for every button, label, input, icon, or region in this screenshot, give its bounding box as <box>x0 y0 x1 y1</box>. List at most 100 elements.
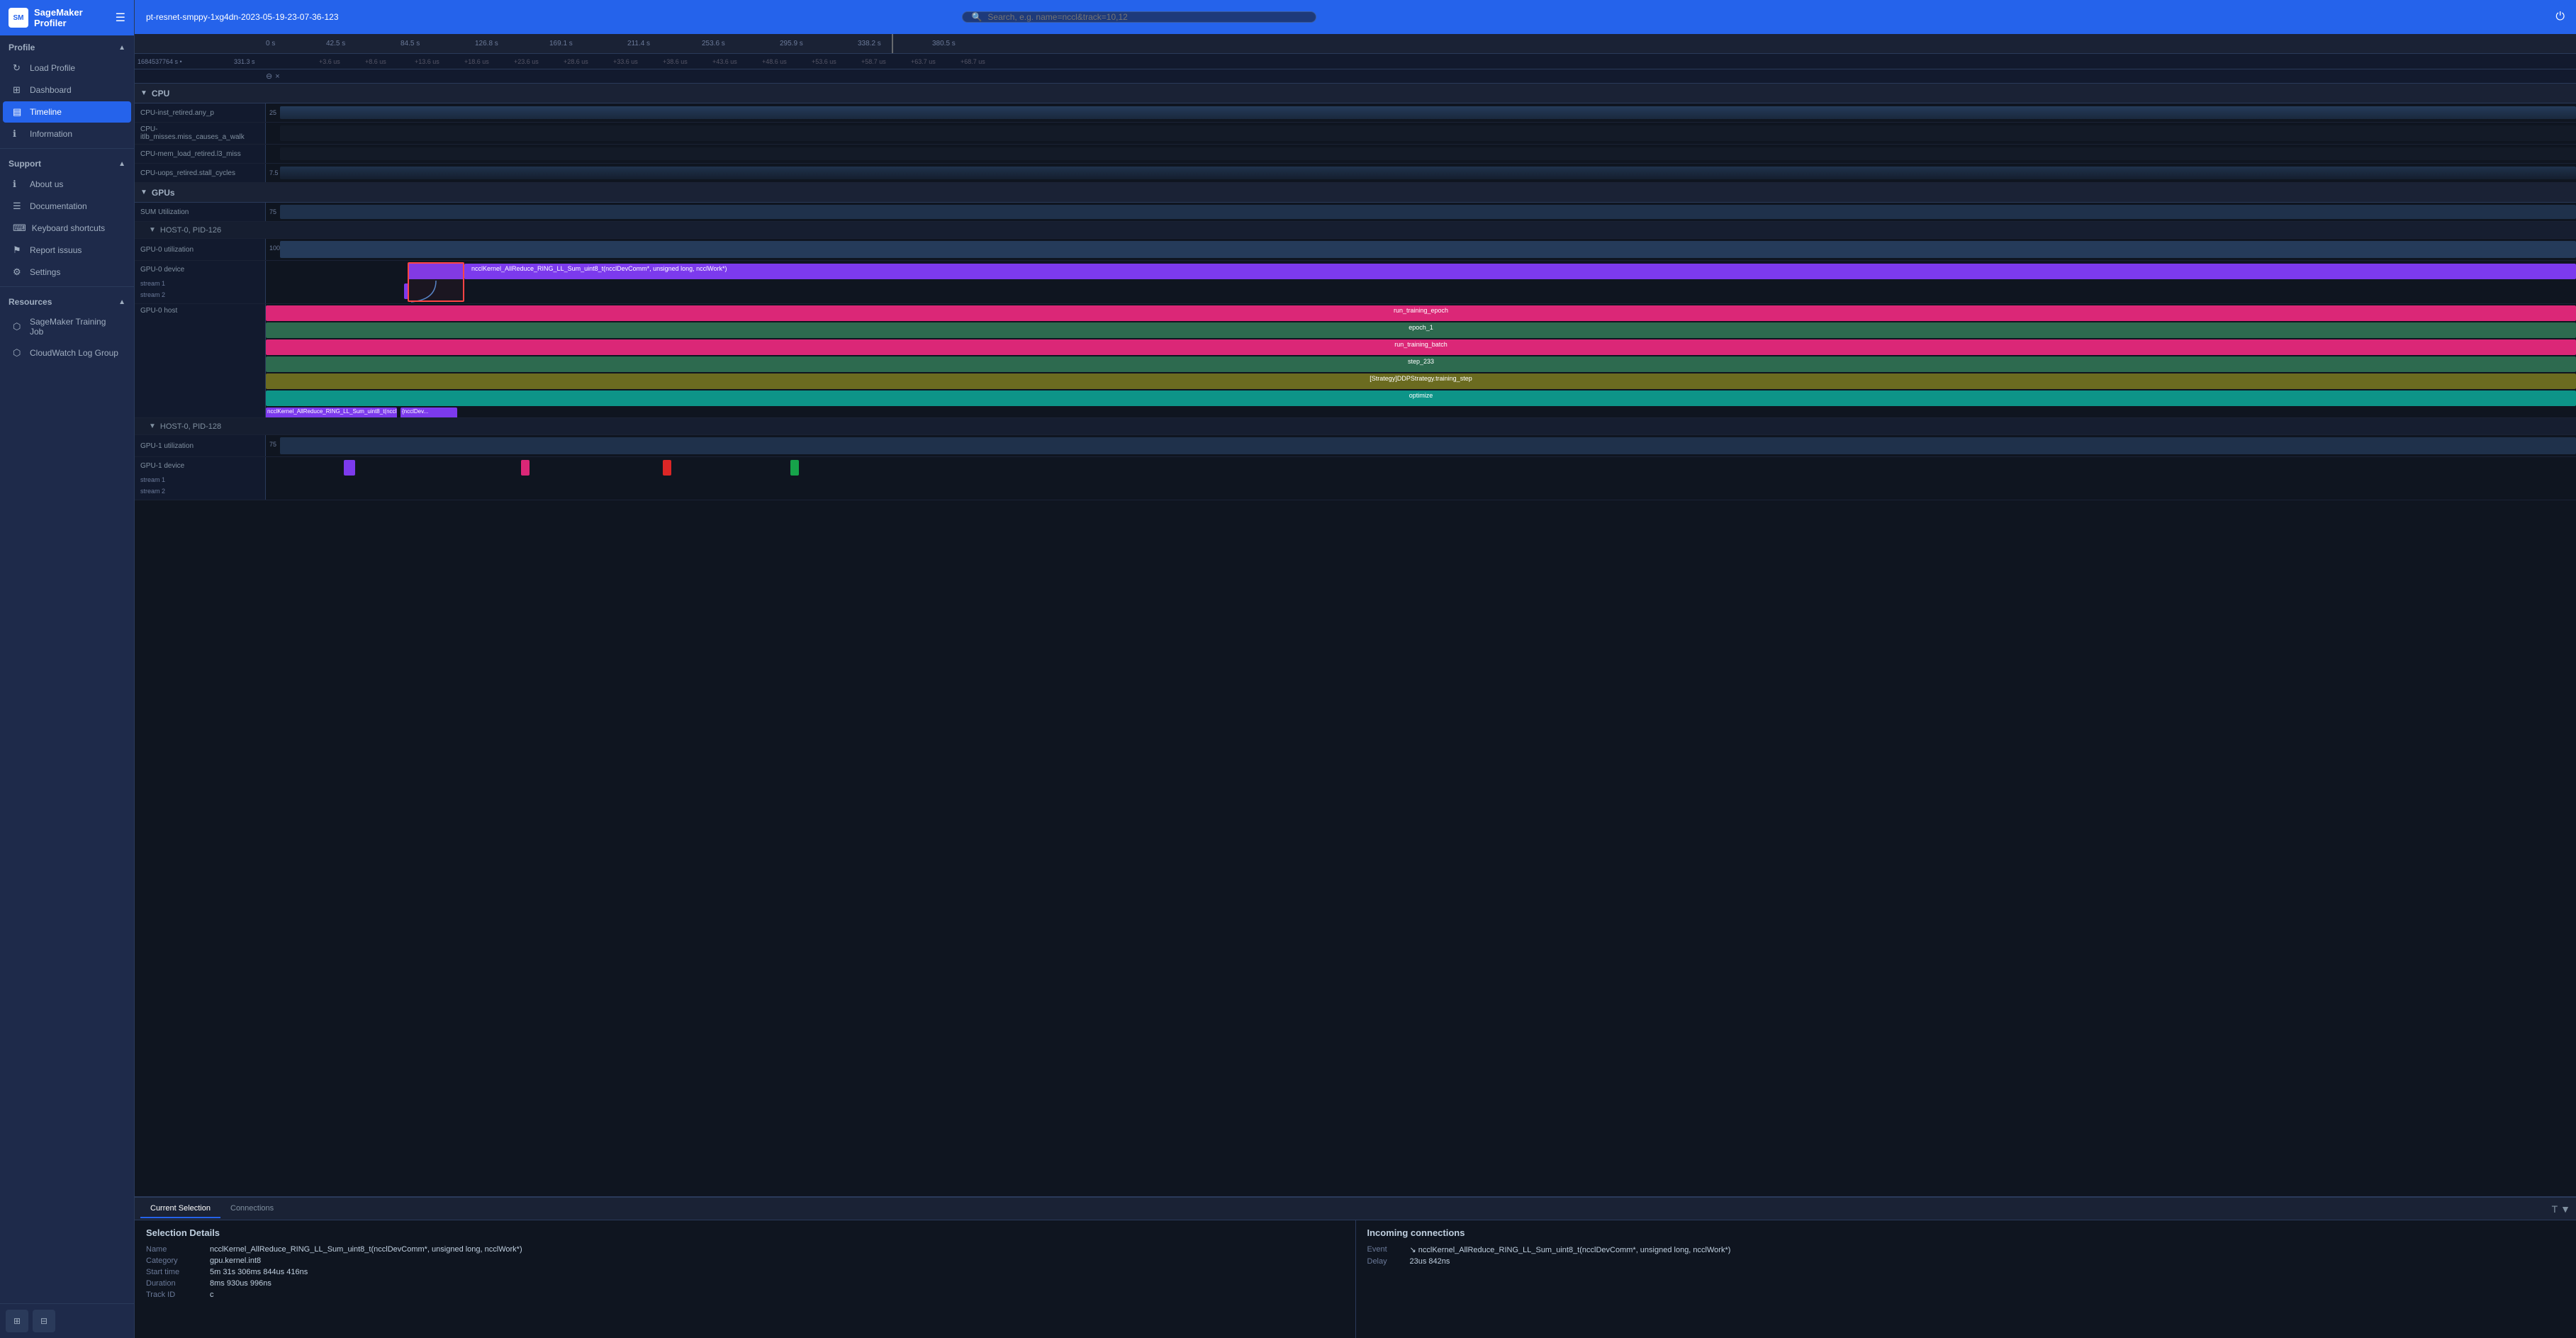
gpu0-host-nccl-bar[interactable] <box>266 407 397 417</box>
sum-util-content[interactable]: 75 <box>266 203 2576 221</box>
tick-295s: 295.9 s <box>780 40 803 47</box>
stream1-purple-bar[interactable] <box>408 264 464 279</box>
sidebar-divider-2 <box>0 286 134 287</box>
sidebar-item-load-profile[interactable]: ↻ Load Profile <box>3 57 131 79</box>
gpu1-util-content[interactable]: 75 <box>266 435 2576 456</box>
gpu0-util-content[interactable]: 100 <box>266 239 2576 260</box>
run-training-epoch-bar[interactable] <box>266 305 2576 321</box>
power-icon[interactable]: ⏻ <box>2555 11 2565 23</box>
bottom-content: Selection Details Name ncclKernel_AllRed… <box>135 1220 2576 1338</box>
gpu0-device-content[interactable]: ncclKernel_AllReduce_RING_LL_Sum_uint8_t… <box>266 261 2576 303</box>
cpu-bar-4 <box>280 167 2576 179</box>
zoom-out-icon[interactable]: ⊖ <box>266 72 272 81</box>
detail-duration: Duration 8ms 930us 996ns <box>146 1279 1344 1288</box>
sidebar-item-information[interactable]: ℹ Information <box>3 123 131 145</box>
track-area[interactable]: ▼ CPU CPU-inst_retired.any_p 25 CPU-itlb… <box>135 84 2576 1196</box>
gpu1-stream1-bar2[interactable] <box>521 460 530 476</box>
settings-icon: ⚙ <box>13 266 24 278</box>
sum-util-label: SUM Utilization <box>135 203 266 221</box>
cpu-section-label: CPU <box>152 89 169 99</box>
filter-icon[interactable]: T <box>2552 1203 2558 1215</box>
gpu1-stream1-bar3[interactable] <box>663 460 671 476</box>
hamburger-icon[interactable]: ☰ <box>116 11 125 25</box>
bottom-tabs: Current Selection Connections T ▼ <box>135 1198 2576 1220</box>
step-bar[interactable] <box>266 356 2576 372</box>
sidebar-item-cloudwatch[interactable]: ⬡ CloudWatch Log Group <box>3 342 131 364</box>
gpu0-host-nccl-bar2[interactable] <box>401 407 457 417</box>
conn-delay-value: 23us 842ns <box>1410 1257 1450 1266</box>
sidebar-bottom-btn-1[interactable]: ⊞ <box>6 1310 28 1332</box>
gpu1-stream1-bar1[interactable] <box>344 460 355 476</box>
cpu-track-content-2[interactable] <box>266 123 2576 144</box>
run-training-batch-bar[interactable] <box>266 339 2576 355</box>
stream1-nccl-bar[interactable] <box>464 264 2576 279</box>
cpu-track-content-4[interactable]: 7.5 <box>266 164 2576 182</box>
host-0-pid-126-header[interactable]: ▼ HOST-0, PID-126 <box>135 222 2576 239</box>
stream2-bar-1[interactable] <box>404 283 408 299</box>
table-row: GPU-0 utilization 100 <box>135 239 2576 261</box>
resources-chevron: ▲ <box>118 298 125 306</box>
table-row: GPU-0 host run_training_epoch epoch_1 ru… <box>135 304 2576 418</box>
optimize-bar[interactable] <box>266 390 2576 406</box>
cpu-track-content-1[interactable]: 25 <box>266 103 2576 122</box>
detail-category-label: Category <box>146 1257 210 1265</box>
detail-start-label: Start time <box>146 1268 210 1276</box>
timeline-icon: ▤ <box>13 106 24 118</box>
profile-section-header[interactable]: Profile ▲ <box>0 35 134 57</box>
close-zoom-icon[interactable]: × <box>275 72 279 81</box>
tab-current-selection[interactable]: Current Selection <box>140 1200 220 1218</box>
support-nav: ℹ About us ☰ Documentation ⌨ Keyboard sh… <box>0 173 134 283</box>
gpus-section-header[interactable]: ▼ GPUs <box>135 183 2576 203</box>
support-section-header[interactable]: Support ▲ <box>0 152 134 173</box>
cpu-track-label-4: CPU-uops_retired.stall_cycles <box>135 164 266 182</box>
detail-start-time: Start time 5m 31s 306ms 844us 416ns <box>146 1268 1344 1276</box>
sidebar-item-report-issues[interactable]: ⚑ Report issuus <box>3 240 131 261</box>
gpu0-host-label: GPU-0 host <box>135 304 266 417</box>
sidebar-item-settings[interactable]: ⚙ Settings <box>3 262 131 283</box>
sidebar-item-timeline[interactable]: ▤ Timeline <box>3 101 131 123</box>
sidebar-item-dashboard[interactable]: ⊞ Dashboard <box>3 79 131 101</box>
cpu-track-content-3[interactable] <box>266 145 2576 163</box>
table-row: CPU-mem_load_retired.l3_miss <box>135 145 2576 164</box>
tab-connections[interactable]: Connections <box>220 1200 284 1218</box>
gpu0-device-label: GPU-0 device stream 1 stream 2 <box>135 261 266 303</box>
sidebar-item-about-us[interactable]: ℹ About us <box>3 174 131 195</box>
cpu-section-header[interactable]: ▼ CPU <box>135 84 2576 103</box>
detail-trackid-value: c <box>210 1291 214 1299</box>
keyboard-icon: ⌨ <box>13 223 26 234</box>
gpu0-host-content[interactable]: run_training_epoch epoch_1 run_training_… <box>266 304 2576 417</box>
sidebar-title: SageMaker Profiler <box>34 7 110 28</box>
cpu-track-label-3: CPU-mem_load_retired.l3_miss <box>135 145 266 163</box>
detail-name-value: ncclKernel_AllReduce_RING_LL_Sum_uint8_t… <box>210 1245 522 1254</box>
table-row: CPU-inst_retired.any_p 25 <box>135 103 2576 123</box>
resources-section-header[interactable]: Resources ▲ <box>0 290 134 311</box>
cpu-track-label-2: CPU-itlb_misses.miss_causes_a_walk <box>135 123 266 144</box>
sidebar-item-documentation[interactable]: ☰ Documentation <box>3 196 131 217</box>
table-row: CPU-uops_retired.stall_cycles 7.5 <box>135 164 2576 183</box>
cpu-bar-1 <box>280 106 2576 119</box>
gpu1-util-label: GPU-1 utilization <box>135 435 266 456</box>
host-0-pid-128-header[interactable]: ▼ HOST-0, PID-128 <box>135 418 2576 435</box>
search-bar[interactable]: 🔍 <box>962 11 1316 23</box>
topbar: pt-resnet-smppy-1xg4dn-2023-05-19-23-07-… <box>135 0 2576 34</box>
epoch-bar[interactable] <box>266 322 2576 338</box>
gpu1-device-content[interactable] <box>266 457 2576 500</box>
detail-start-value: 5m 31s 306ms 844us 416ns <box>210 1268 308 1276</box>
time-detail-right: 331.3 s <box>234 58 255 65</box>
conn-delay: Delay 23us 842ns <box>1367 1257 2565 1266</box>
search-input[interactable] <box>987 12 1307 22</box>
ddp-bar[interactable] <box>266 373 2576 389</box>
gpu1-stream1-bar4[interactable] <box>790 460 799 476</box>
expand-icon[interactable]: ▼ <box>2560 1203 2570 1215</box>
detail-trackid-label: Track ID <box>146 1291 210 1299</box>
sidebar-logo: SM <box>9 8 28 28</box>
sidebar-bottom-btn-2[interactable]: ⊟ <box>33 1310 55 1332</box>
time-ruler-detail: 1684537764 s • 331.3 s +3.6 us +8.6 us +… <box>135 54 2576 69</box>
host-0-label: HOST-0, PID-126 <box>160 226 221 235</box>
sidebar-item-keyboard-shortcuts[interactable]: ⌨ Keyboard shortcuts <box>3 218 131 239</box>
detail-duration-label: Duration <box>146 1279 210 1288</box>
dashboard-icon: ⊞ <box>13 84 24 96</box>
sidebar-item-sagemaker-training[interactable]: ⬡ SageMaker Training Job <box>3 312 131 342</box>
selection-details: Selection Details Name ncclKernel_AllRed… <box>135 1220 1355 1338</box>
host-0-chevron: ▼ <box>149 226 156 234</box>
